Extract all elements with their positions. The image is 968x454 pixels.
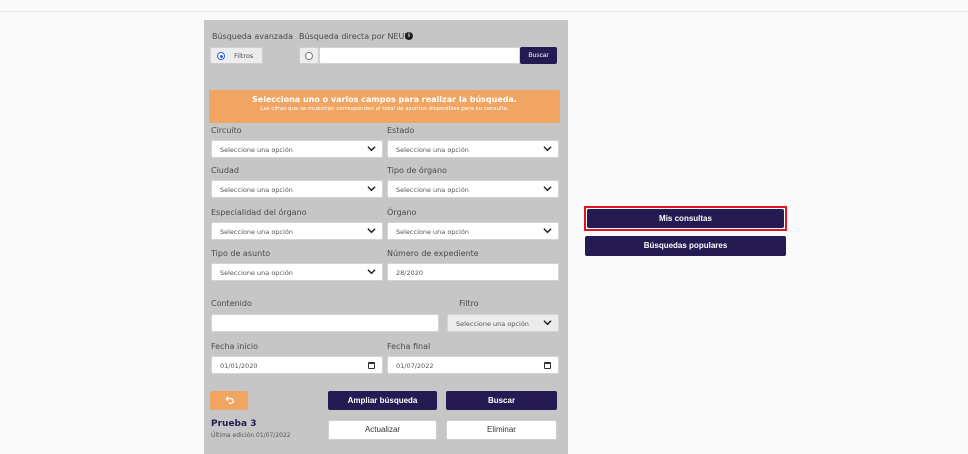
chevron-down-icon [543,228,552,234]
chevron-down-icon [367,269,376,275]
tipo-organo-label: Tipo de órgano [387,166,447,175]
especialidad-select[interactable]: Seleccione una opción [211,222,383,240]
undo-icon [225,396,234,404]
tipo-asunto-label: Tipo de asunto [211,249,271,258]
ciudad-label: Ciudad [211,166,239,175]
tipo-organo-select[interactable]: Seleccione una opción [387,180,559,198]
calendar-icon[interactable] [368,362,375,369]
neun-input[interactable] [319,47,520,64]
chevron-down-icon [543,320,552,326]
chevron-down-icon [367,228,376,234]
banner-subtitle: Las cifras que se muestran corresponden … [260,106,509,112]
circuito-select[interactable]: Seleccione una opción [211,140,383,158]
direct-search-label: Búsqueda directa por NEUN [299,32,411,41]
estado-label: Estado [387,126,415,135]
direct-option[interactable] [299,47,319,64]
advanced-search-label: Búsqueda avanzada [212,32,294,41]
filtro-label: Filtro [459,299,479,308]
fecha-inicio-input[interactable]: 01/01/2020 [211,356,383,374]
organo-label: Órgano [387,208,417,217]
filtro-select[interactable]: Seleccione una opción [447,314,559,332]
search-panel: Búsqueda avanzada Búsqueda directa por N… [204,20,568,454]
contenido-input[interactable] [211,314,439,332]
expediente-input[interactable]: 28/2020 [387,263,559,281]
chevron-down-icon [543,186,552,192]
buscar-button[interactable]: Buscar [446,391,557,410]
busquedas-populares-button[interactable]: Búsquedas populares [585,236,786,256]
eliminar-button[interactable]: Eliminar [446,420,557,440]
organo-select[interactable]: Seleccione una opción [387,222,559,240]
tipo-asunto-select[interactable]: Seleccione una opción [211,263,383,281]
actualizar-button[interactable]: Actualizar [328,420,437,440]
neun-search-button[interactable]: Buscar [520,47,557,64]
filters-label: Filtros [234,52,254,60]
saved-query-name: Prueba 3 [211,419,257,429]
mis-consultas-button[interactable]: Mis consultas [587,209,784,228]
chevron-down-icon [367,186,376,192]
circuito-label: Circuito [211,126,242,135]
ampliar-busqueda-button[interactable]: Ampliar búsqueda [328,391,437,410]
especialidad-label: Especialidad del órgano [211,208,307,217]
ciudad-select[interactable]: Seleccione una opción [211,180,383,198]
banner-title: Selecciona uno o varios campos para real… [252,95,517,104]
filters-option[interactable]: Filtros [210,47,263,64]
info-icon[interactable]: i [405,32,413,40]
saved-query-edited: Última edición 01/07/2022 [211,432,291,439]
reset-button[interactable] [210,391,248,410]
top-divider [0,11,968,12]
contenido-label: Contenido [211,299,252,308]
expediente-label: Número de expediente [387,249,479,258]
fecha-inicio-label: Fecha inicio [211,342,259,351]
filters-radio[interactable] [217,52,225,60]
fecha-final-label: Fecha final [387,342,431,351]
chevron-down-icon [367,146,376,152]
fecha-final-input[interactable]: 01/07/2022 [387,356,559,374]
estado-select[interactable]: Seleccione una opción [387,140,559,158]
info-banner: Selecciona uno o varios campos para real… [209,90,560,123]
direct-radio[interactable] [305,51,313,60]
calendar-icon[interactable] [544,362,551,369]
chevron-down-icon [543,146,552,152]
